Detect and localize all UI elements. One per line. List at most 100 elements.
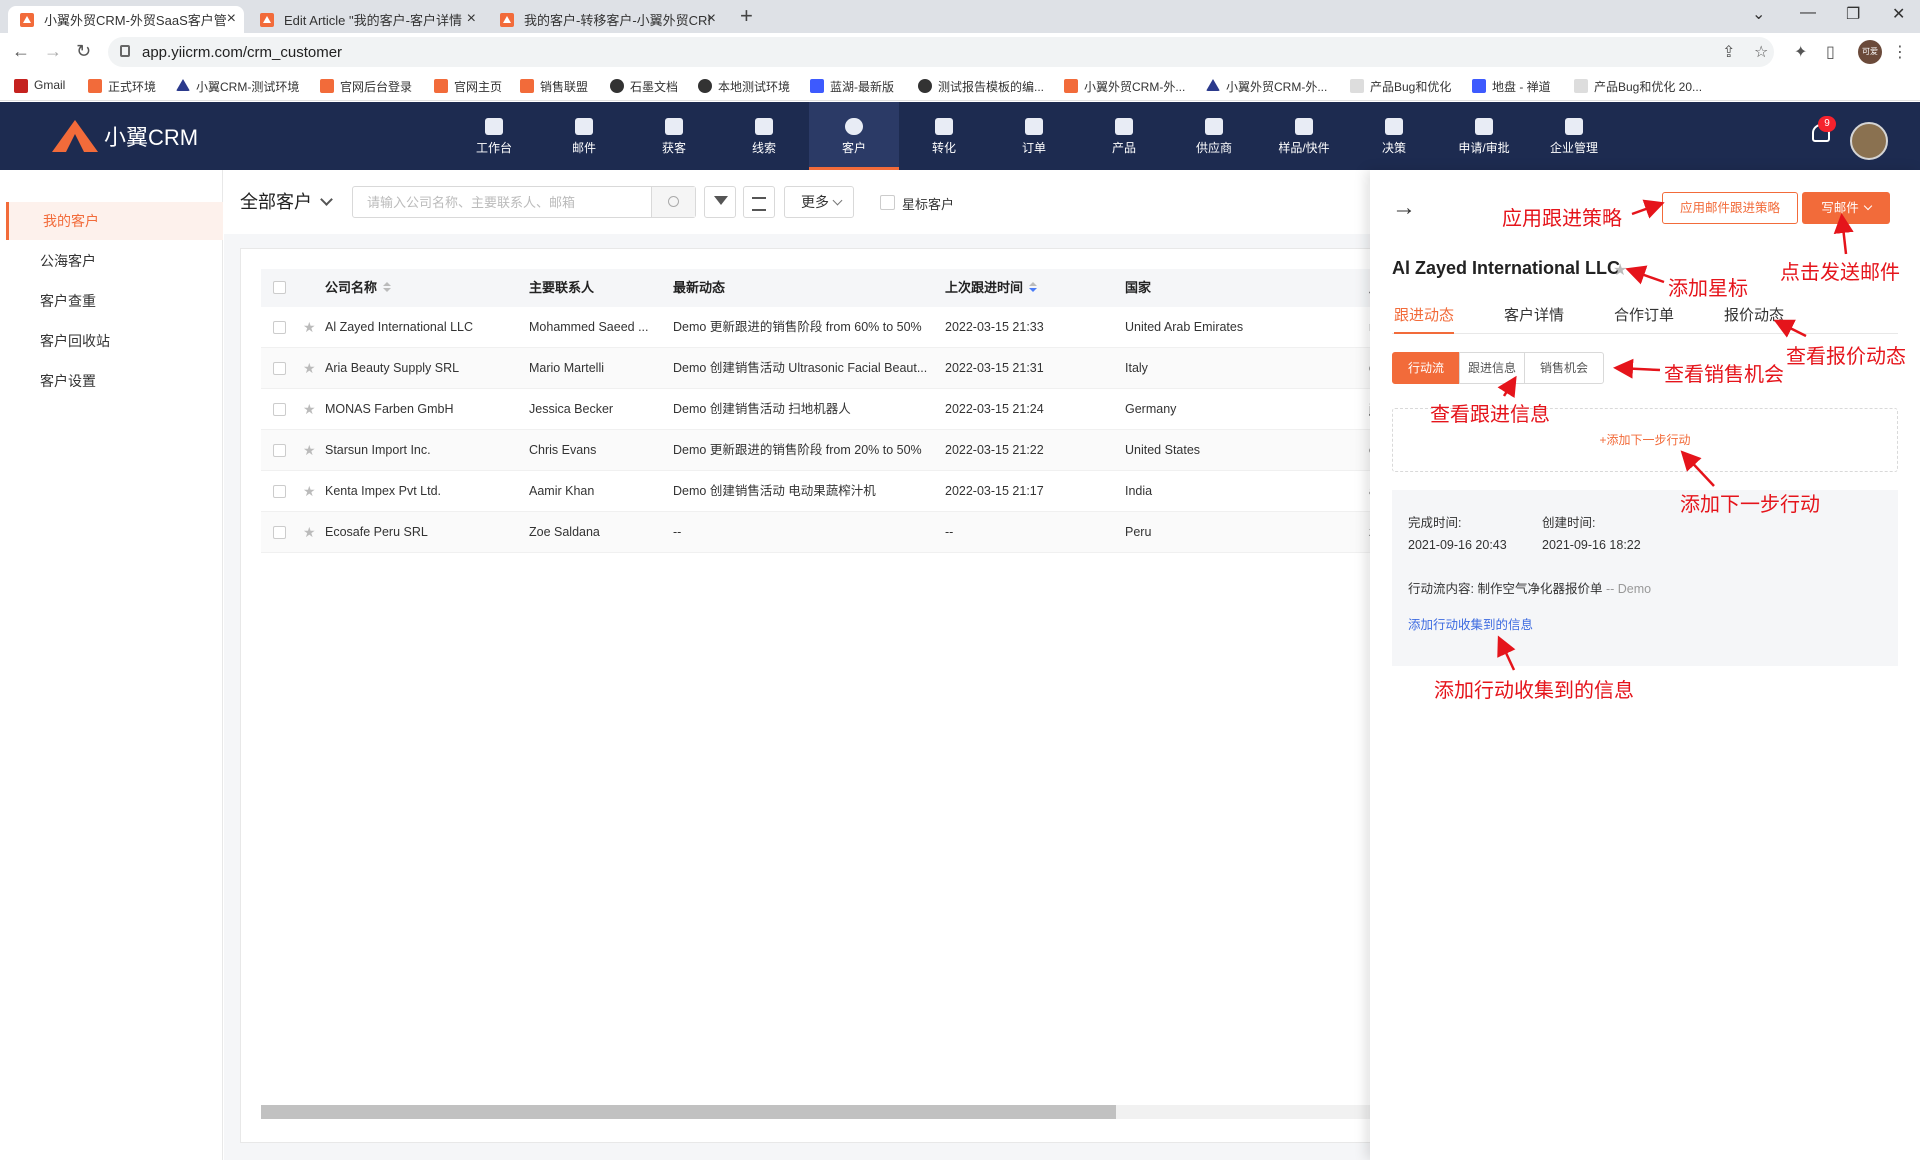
- nav-label: 转化: [931, 141, 956, 155]
- tab-quotes[interactable]: 报价动态: [1724, 304, 1784, 334]
- tab-customer-details[interactable]: 客户详情: [1504, 304, 1564, 334]
- nav-products[interactable]: 产品: [1079, 102, 1169, 170]
- nav-decision[interactable]: 决策: [1349, 102, 1439, 170]
- star-icon[interactable]: ★: [303, 319, 316, 336]
- column-header-last-followup[interactable]: 上次跟进时间: [945, 269, 1038, 307]
- url-field[interactable]: app.yiicrm.com/crm_customer: [108, 37, 1774, 67]
- star-filter-checkbox[interactable]: 星标客户: [880, 194, 954, 213]
- close-icon[interactable]: ×: [707, 10, 716, 28]
- bookmark[interactable]: 本地测试环境: [698, 78, 790, 95]
- cell-company[interactable]: Starsun Import Inc.: [325, 430, 515, 471]
- bookmark[interactable]: 产品Bug和优化: [1350, 78, 1451, 95]
- nav-workbench[interactable]: 工作台: [449, 102, 539, 170]
- minimize-icon[interactable]: —: [1800, 4, 1816, 22]
- user-avatar[interactable]: [1850, 122, 1888, 160]
- column-settings-icon[interactable]: [743, 186, 775, 218]
- star-icon[interactable]: ★: [303, 360, 316, 377]
- arrow-right-icon[interactable]: →: [1392, 194, 1416, 222]
- browser-tab-3[interactable]: 我的客户-转移客户-小翼外贸CRI ×: [488, 6, 724, 33]
- star-icon[interactable]: ★: [303, 524, 316, 541]
- cell-contact: Jessica Becker: [529, 402, 614, 416]
- cell-company[interactable]: Kenta Impex Pvt Ltd.: [325, 471, 515, 512]
- sidebar-item-settings[interactable]: 客户设置: [6, 362, 223, 400]
- nav-mail[interactable]: 邮件: [539, 102, 629, 170]
- segment-sales-opportunity[interactable]: 销售机会: [1524, 352, 1604, 384]
- bookmark[interactable]: 蓝湖-最新版: [810, 78, 894, 95]
- bookmark[interactable]: Gmail: [14, 78, 65, 93]
- nav-acquire[interactable]: 获客: [629, 102, 719, 170]
- bookmark[interactable]: 小翼外贸CRM-外...: [1064, 78, 1185, 95]
- nav-approval[interactable]: 申请/审批: [1439, 102, 1529, 170]
- menu-icon[interactable]: ⋮: [1892, 42, 1908, 62]
- search-input[interactable]: [353, 187, 653, 217]
- filter-icon[interactable]: [704, 186, 736, 218]
- search-icon[interactable]: [651, 187, 695, 217]
- add-collected-info-link[interactable]: 添加行动收集到的信息: [1408, 614, 1533, 633]
- row-checkbox[interactable]: [273, 321, 286, 334]
- bookmark[interactable]: 官网后台登录: [320, 78, 412, 95]
- extensions-icon[interactable]: ✦: [1794, 42, 1807, 62]
- apply-strategy-button[interactable]: 应用邮件跟进策略: [1662, 192, 1798, 224]
- segment-action-flow[interactable]: 行动流: [1392, 352, 1460, 384]
- column-header-company[interactable]: 公司名称: [325, 269, 392, 307]
- nav-samples[interactable]: 样品/快件: [1259, 102, 1349, 170]
- bookmark[interactable]: 正式环境: [88, 78, 156, 95]
- segment-followup-info[interactable]: 跟进信息: [1459, 352, 1525, 384]
- row-checkbox[interactable]: [273, 526, 286, 539]
- row-checkbox[interactable]: [273, 362, 286, 375]
- row-checkbox[interactable]: [273, 403, 286, 416]
- star-icon[interactable]: ★: [303, 401, 316, 418]
- profile-avatar[interactable]: 可爱: [1858, 40, 1882, 64]
- window-close-icon[interactable]: ✕: [1892, 4, 1905, 24]
- close-icon[interactable]: ×: [227, 10, 236, 28]
- nav-orders[interactable]: 订单: [989, 102, 1079, 170]
- select-all-checkbox[interactable]: [273, 281, 286, 294]
- row-checkbox[interactable]: [273, 444, 286, 457]
- cell-company[interactable]: Aria Beauty Supply SRL: [325, 348, 515, 389]
- tab-orders[interactable]: 合作订单: [1614, 304, 1674, 334]
- sidebar-item-public-customers[interactable]: 公海客户: [6, 242, 223, 280]
- bookmark[interactable]: 测试报告模板的编...: [918, 78, 1044, 95]
- more-dropdown[interactable]: 更多: [784, 186, 854, 218]
- cell-company[interactable]: MONAS Farben GmbH: [325, 389, 515, 430]
- star-icon[interactable]: ★: [1613, 260, 1627, 280]
- reload-icon[interactable]: ↻: [76, 41, 91, 62]
- forward-icon[interactable]: →: [44, 41, 62, 62]
- nav-leads[interactable]: 线索: [719, 102, 809, 170]
- bookmark-star-icon[interactable]: ☆: [1754, 42, 1768, 62]
- bookmark[interactable]: 产品Bug和优化 20...: [1574, 78, 1702, 95]
- cell-company[interactable]: Al Zayed International LLC: [325, 307, 515, 348]
- mail-icon: [575, 118, 593, 135]
- side-panel-icon[interactable]: ▯: [1826, 42, 1835, 62]
- view-selector[interactable]: 全部客户: [240, 188, 333, 214]
- browser-tab-2[interactable]: Edit Article "我的客户-客户详情 ×: [248, 6, 484, 33]
- tab-followup[interactable]: 跟进动态: [1394, 304, 1455, 334]
- bookmark[interactable]: 地盘 - 禅道: [1472, 78, 1551, 95]
- restore-icon[interactable]: ❐: [1846, 4, 1860, 24]
- bookmark[interactable]: 销售联盟: [520, 78, 588, 95]
- row-checkbox[interactable]: [273, 485, 286, 498]
- sidebar-item-duplicate-check[interactable]: 客户查重: [6, 282, 223, 320]
- nav-customers[interactable]: 客户: [809, 102, 899, 170]
- logo[interactable]: 小翼CRM: [52, 120, 198, 152]
- sidebar-item-my-customers[interactable]: 我的客户: [6, 202, 223, 240]
- write-mail-button[interactable]: 写邮件: [1802, 192, 1890, 224]
- bookmark[interactable]: 官网主页: [434, 78, 502, 95]
- close-icon[interactable]: ×: [467, 10, 476, 28]
- bookmark[interactable]: 石墨文档: [610, 78, 678, 95]
- nav-suppliers[interactable]: 供应商: [1169, 102, 1259, 170]
- sidebar-item-recycle-bin[interactable]: 客户回收站: [6, 322, 223, 360]
- nav-conversion[interactable]: 转化: [899, 102, 989, 170]
- back-icon[interactable]: ←: [12, 41, 30, 62]
- scrollbar-thumb[interactable]: [261, 1105, 1116, 1119]
- star-icon[interactable]: ★: [303, 483, 316, 500]
- bookmark[interactable]: 小翼外贸CRM-外...: [1206, 78, 1327, 95]
- browser-tab-1[interactable]: 小翼外贸CRM-外贸SaaS客户管 ×: [8, 6, 244, 33]
- star-icon[interactable]: ★: [303, 442, 316, 459]
- share-icon[interactable]: ⇪: [1722, 42, 1735, 62]
- bookmark[interactable]: 小翼CRM-测试环境: [176, 78, 299, 95]
- new-tab-icon[interactable]: +: [740, 3, 753, 29]
- nav-enterprise[interactable]: 企业管理: [1529, 102, 1619, 170]
- cell-company[interactable]: Ecosafe Peru SRL: [325, 512, 515, 553]
- tab-search-icon[interactable]: ⌄: [1752, 4, 1765, 24]
